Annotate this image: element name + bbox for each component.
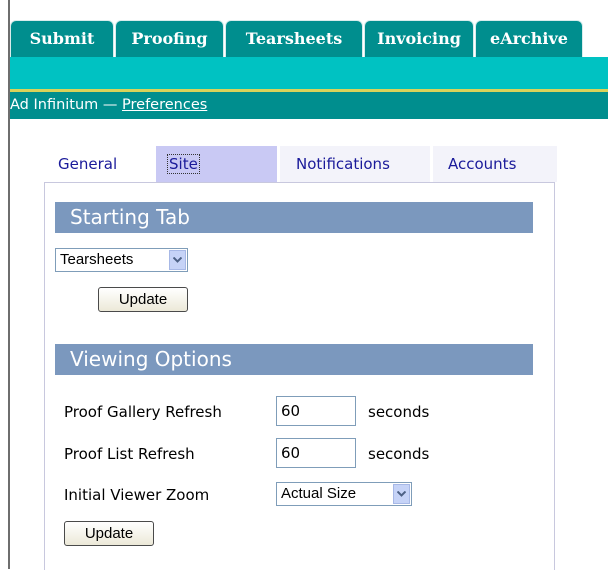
starting-tab-heading: Starting Tab [55,202,533,233]
tab-tearsheets[interactable]: Tearsheets [225,20,363,58]
pref-tab-general[interactable]: General [58,146,138,182]
breadcrumb-separator: — [98,97,123,113]
tab-submit[interactable]: Submit [10,20,114,58]
starting-tab-update-button[interactable]: Update [98,287,188,312]
pref-tab-notifications[interactable]: Notifications [280,146,430,182]
pref-tab-accounts[interactable]: Accounts [433,146,557,182]
pref-tab-site-label: Site [167,154,200,174]
viewer-zoom-select-value: Actual Size [281,485,357,502]
chevron-down-icon [169,250,186,270]
breadcrumb: Ad Infinitum — Preferences [10,92,608,119]
list-refresh-unit: seconds [368,445,430,463]
list-refresh-label: Proof List Refresh [64,445,195,463]
starting-tab-select-value: Tearsheets [60,251,134,268]
viewer-zoom-select[interactable]: Actual Size [276,482,412,506]
viewing-options-heading: Viewing Options [55,344,533,375]
gallery-refresh-input[interactable]: 60 [276,396,356,426]
breadcrumb-org: Ad Infinitum [10,97,99,113]
header-band [10,57,608,90]
gallery-refresh-unit: seconds [368,403,430,421]
list-refresh-input[interactable]: 60 [276,438,356,468]
viewer-zoom-label: Initial Viewer Zoom [64,486,210,504]
viewing-options-update-button[interactable]: Update [64,521,154,546]
tab-invoicing[interactable]: Invoicing [364,20,474,58]
site-preferences-panel [44,182,555,570]
pref-tab-site[interactable]: Site [156,146,277,182]
gallery-refresh-label: Proof Gallery Refresh [64,403,222,421]
starting-tab-select[interactable]: Tearsheets [55,248,188,272]
preferences-link[interactable]: Preferences [122,97,207,113]
tab-proofing[interactable]: Proofing [115,20,224,58]
tab-earchive[interactable]: eArchive [475,20,583,58]
chevron-down-icon [393,484,410,504]
